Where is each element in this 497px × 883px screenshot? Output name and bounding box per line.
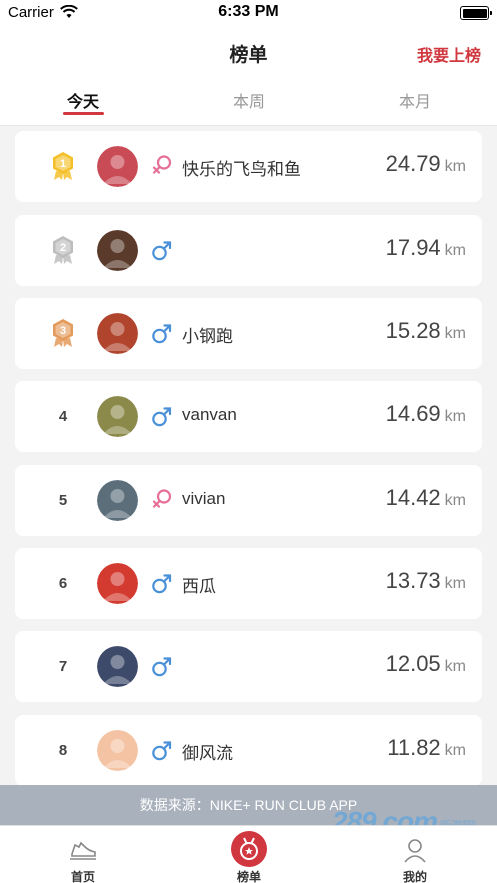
distance-unit: km [444,325,466,342]
rank-number: 8 [58,742,68,759]
male-icon [152,407,172,427]
active-tab-indicator [63,112,104,115]
distance-unit: km [444,492,466,509]
silver-medal-icon: 2 [53,236,73,264]
join-ranking-button[interactable]: 我要上榜 [417,42,481,66]
tabbar-mine-label: 我的 [402,870,427,883]
tab-this-month[interactable]: 本月 [332,88,497,112]
user-name: vivian [182,489,226,508]
distance-value: 13.73 [385,568,441,593]
distance-value: 17.94 [385,235,441,260]
user-name: 西瓜 [182,577,216,596]
shoe-icon [70,841,96,860]
distance-readout: 24.79 km [386,151,466,177]
medal-badge-icon [231,831,267,867]
user-name: vanvan [182,405,237,424]
ranking-row[interactable]: 3 小钢跑 15.28 km [15,298,482,369]
medal-rank-number: 2 [60,242,66,254]
female-icon [152,155,172,174]
avatar[interactable] [97,396,138,437]
distance-unit: km [444,242,466,259]
ranking-row[interactable]: 7 12.05 km [15,631,482,702]
tabbar-home-label: 首页 [70,870,95,883]
distance-readout: 15.28 km [386,318,466,344]
avatar[interactable] [97,480,138,521]
avatar[interactable] [97,646,138,687]
tab-this-week[interactable]: 本周 [166,88,332,112]
male-icon [152,741,172,761]
medal-rank-number: 3 [60,325,66,337]
user-name: 快乐的飞鸟和鱼 [182,160,301,179]
distance-readout: 13.73 km [386,568,466,594]
medal-rank-number: 1 [60,158,66,170]
distance-value: 14.42 [385,485,441,510]
distance-unit: km [444,575,466,592]
distance-value: 24.79 [385,151,441,176]
avatar[interactable] [97,146,138,187]
distance-readout: 17.94 km [386,235,466,261]
ranking-row[interactable]: 2 17.94 km [15,215,482,286]
female-icon [152,489,172,508]
distance-value: 15.28 [385,318,441,343]
bottom-tab-bar: 首页 榜单 我的 [0,825,497,883]
battery-icon [460,6,492,20]
ranking-row[interactable]: 8 御风流 11.82 km [15,715,482,786]
ranking-row[interactable]: 6 西瓜 13.73 km [15,548,482,619]
gold-medal-icon: 1 [53,152,73,180]
distance-value: 12.05 [385,651,441,676]
avatar[interactable] [97,730,138,771]
rank-number: 6 [58,575,68,592]
avatar[interactable] [97,563,138,604]
distance-unit: km [444,408,466,425]
distance-unit: km [444,158,466,175]
distance-unit: km [444,742,466,759]
tabbar-mine[interactable]: 我的 [332,826,497,883]
bronze-medal-icon: 3 [53,319,73,347]
ranking-list[interactable]: 1 快乐的飞鸟和鱼 24.79 km 2 17.94 km 3 小钢跑 15.28 km 4 vanva… [0,126,497,826]
distance-readout: 14.42 km [386,485,466,511]
distance-value: 11.82 [387,735,441,760]
male-icon [152,324,172,344]
avatar[interactable] [97,313,138,354]
navigation-bar: 榜单 我要上榜 [0,26,497,78]
distance-readout: 14.69 km [386,401,466,427]
ranking-row[interactable]: 4 vanvan 14.69 km [15,381,482,452]
user-name: 御风流 [182,744,233,763]
user-icon [404,839,426,863]
status-time: 6:33 PM [218,3,279,20]
period-tabs: 今天 本周 本月 [0,78,497,126]
avatar[interactable] [97,230,138,271]
user-name: 小钢跑 [182,327,233,346]
rank-number: 7 [58,658,68,675]
male-icon [152,657,172,677]
ranking-row[interactable]: 1 快乐的飞鸟和鱼 24.79 km [15,131,482,202]
status-bar: Carrier 6:33 PM [0,0,497,26]
male-icon [152,241,172,261]
rank-number: 5 [58,492,68,509]
tab-today[interactable]: 今天 [0,88,166,112]
distance-readout: 11.82 km [387,735,466,761]
rank-number: 4 [58,408,68,425]
tabbar-ranking[interactable]: 榜单 [166,826,332,883]
male-icon [152,574,172,594]
tabbar-ranking-label: 榜单 [236,870,261,883]
distance-readout: 12.05 km [386,651,466,677]
ranking-row[interactable]: 5 vivian 14.42 km [15,465,482,536]
tabbar-home[interactable]: 首页 [0,826,166,883]
distance-unit: km [444,658,466,675]
distance-value: 14.69 [385,401,441,426]
